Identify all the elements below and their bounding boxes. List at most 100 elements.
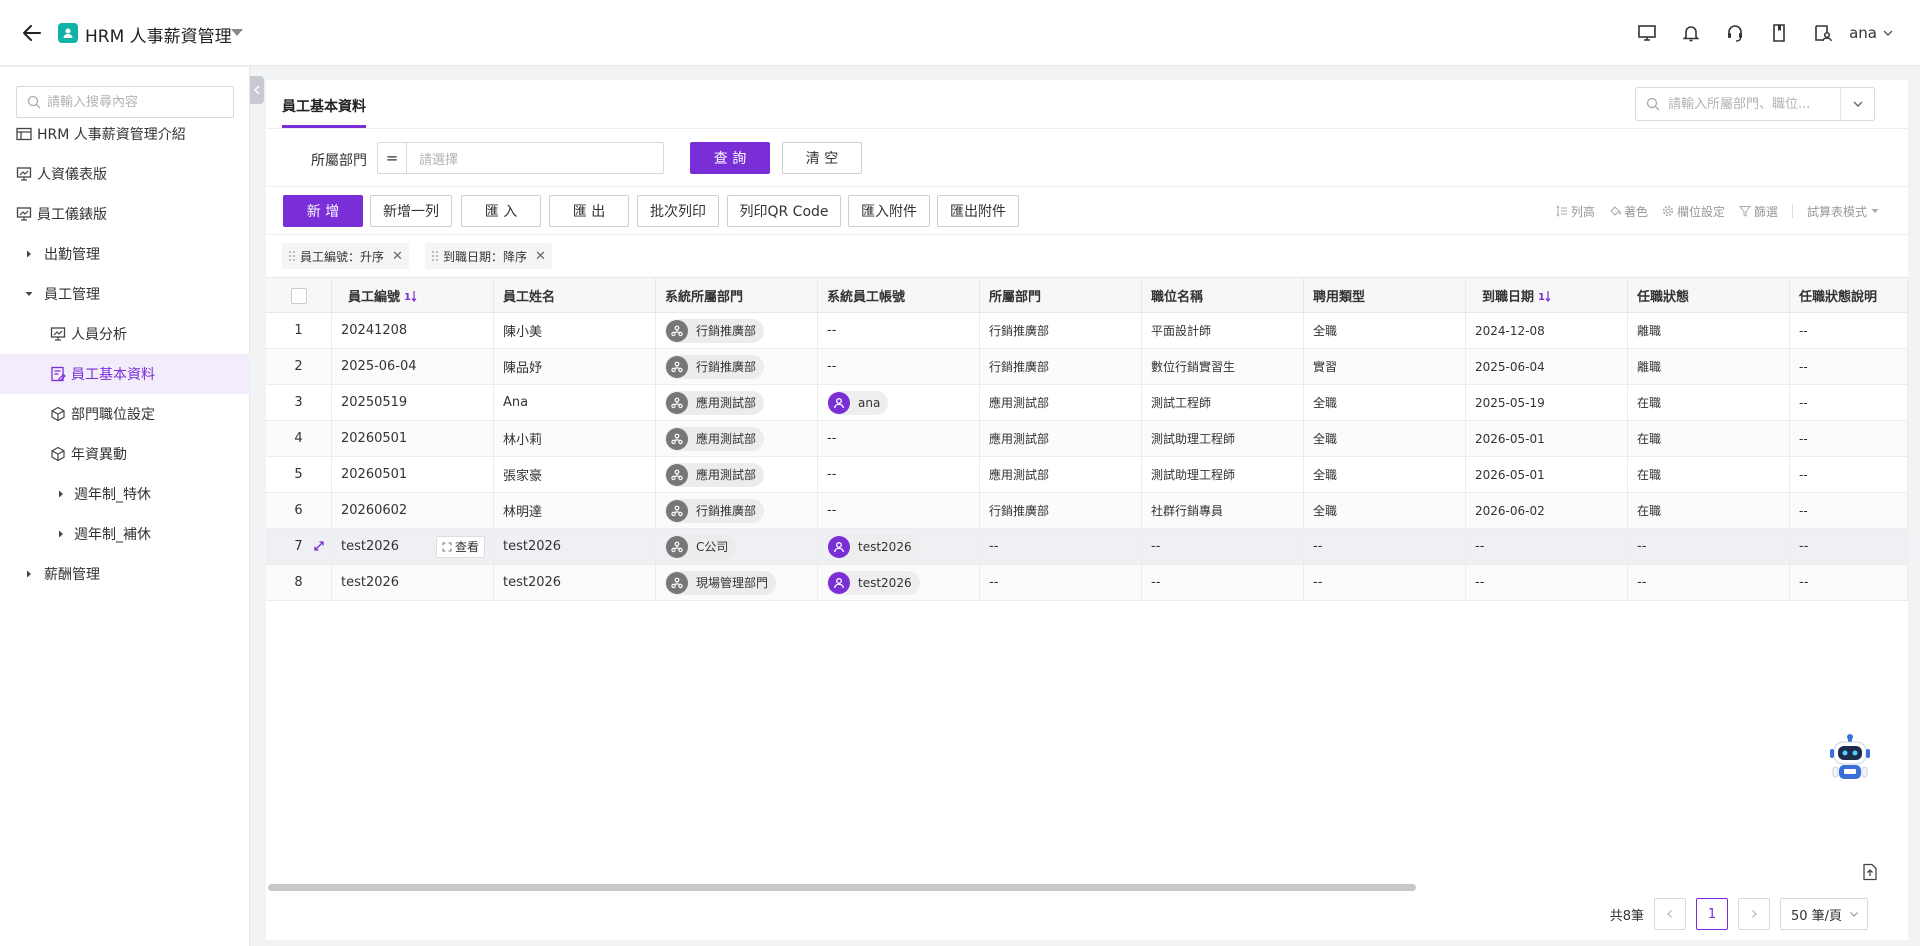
column-header-status-note[interactable]: 任職狀態說明 — [1790, 278, 1908, 313]
sidebar-item-personnel-analysis[interactable]: 人員分析 — [0, 314, 250, 354]
app-switch-caret-icon[interactable] — [231, 29, 243, 36]
app-title[interactable]: HRM 人事薪資管理 — [85, 22, 232, 47]
cell-position[interactable]: 測試助理工程師 — [1142, 457, 1304, 492]
cell-employment-status[interactable]: 在職 — [1628, 421, 1790, 456]
prev-page-button[interactable] — [1654, 898, 1686, 930]
monitor-icon[interactable] — [1625, 11, 1669, 55]
sidebar-item-annual-comp-leave[interactable]: 週年制_補休 — [0, 514, 250, 554]
table-row[interactable]: 4 20260501 林小莉 應用測試部 -- 應用測試部 測試助理工程師 全職 2026-05… — [266, 421, 1908, 457]
column-header-system-department[interactable]: 系統所屬部門 — [656, 278, 818, 313]
sidebar-collapse-handle[interactable] — [250, 76, 264, 104]
cell-employment-status[interactable]: 在職 — [1628, 457, 1790, 492]
add-button[interactable]: 新 增 — [283, 195, 363, 227]
batch-print-button[interactable]: 批次列印 — [637, 195, 719, 227]
cell-system-department[interactable]: 現場管理部門 — [656, 565, 818, 600]
cell-employee-id[interactable]: 20241208 — [332, 313, 494, 348]
cell-department[interactable]: 行銷推廣部 — [980, 313, 1142, 348]
ai-assistant-robot-icon[interactable] — [1826, 734, 1874, 786]
export-button[interactable]: 匯 出 — [549, 195, 629, 227]
sidebar-item-employee-management[interactable]: 員工管理 — [0, 274, 250, 314]
spreadsheet-mode-tool[interactable]: 試算表模式 — [1807, 203, 1880, 220]
sidebar-item-dept-position-settings[interactable]: 部門職位設定 — [0, 394, 250, 434]
cell-position[interactable]: 測試助理工程師 — [1142, 421, 1304, 456]
sidebar-item-employee-dashboard[interactable]: 員工儀錶版 — [0, 194, 250, 234]
cell-employee-name[interactable]: test2026 — [494, 565, 656, 600]
sort-ascending-icon[interactable]: 1 — [404, 290, 418, 302]
department-select[interactable]: 請選擇 — [406, 142, 664, 174]
bell-icon[interactable] — [1669, 11, 1713, 55]
cell-hire-date[interactable]: 2026-05-01 — [1466, 457, 1628, 492]
cell-position[interactable]: 測試工程師 — [1142, 385, 1304, 420]
cell-department[interactable]: 應用測試部 — [980, 421, 1142, 456]
sidebar-item-hrm-intro[interactable]: HRM 人事薪資管理介紹 — [0, 114, 250, 154]
cell-status-note[interactable]: -- — [1790, 385, 1908, 420]
global-search-input[interactable] — [1668, 96, 1838, 112]
cell-system-account[interactable]: -- — [818, 313, 980, 348]
cell-system-account[interactable]: -- — [818, 421, 980, 456]
table-row[interactable]: 5 20260501 張家豪 應用測試部 -- 應用測試部 測試助理工程師 全職 2026-05… — [266, 457, 1908, 493]
sort-descending-icon[interactable]: 1 — [1538, 290, 1552, 302]
import-button[interactable]: 匯 入 — [461, 195, 541, 227]
table-row[interactable]: 1 20241208 陳小美 行銷推廣部 -- 行銷推廣部 平面設計師 全職 2024-12-0… — [266, 313, 1908, 349]
user-menu[interactable]: ana — [1849, 24, 1894, 42]
book-icon[interactable] — [1757, 11, 1801, 55]
select-all-checkbox[interactable] — [290, 287, 307, 304]
cell-employee-id[interactable]: test2026 — [332, 565, 494, 600]
column-header-employee-name[interactable]: 員工姓名 — [494, 278, 656, 313]
drag-handle-icon[interactable] — [431, 250, 439, 262]
cell-employee-id[interactable]: test2026 查看 — [332, 529, 494, 564]
cell-system-account[interactable]: test2026 — [818, 529, 980, 564]
cell-system-account[interactable]: -- — [818, 457, 980, 492]
cell-employee-id[interactable]: 20260501 — [332, 421, 494, 456]
table-row[interactable]: 3 20250519 Ana 應用測試部 ana 應用測試部 測試工程師 全職 2025-05-… — [266, 385, 1908, 421]
cell-system-account[interactable]: test2026 — [818, 565, 980, 600]
cell-employment-type[interactable]: -- — [1304, 565, 1466, 600]
column-header-system-account[interactable]: 系統員工帳號 — [818, 278, 980, 313]
cell-department[interactable]: 行銷推廣部 — [980, 349, 1142, 384]
expand-row-icon[interactable] — [313, 540, 325, 552]
column-header-position[interactable]: 職位名稱 — [1142, 278, 1304, 313]
cell-status-note[interactable]: -- — [1790, 565, 1908, 600]
import-attachment-button[interactable]: 匯入附件 — [848, 195, 930, 227]
cell-system-account[interactable]: -- — [818, 349, 980, 384]
cell-hire-date[interactable]: 2025-06-04 — [1466, 349, 1628, 384]
cell-system-account[interactable]: -- — [818, 493, 980, 528]
cell-employment-type[interactable]: -- — [1304, 529, 1466, 564]
cell-employee-name[interactable]: 陳小美 — [494, 313, 656, 348]
cell-department[interactable]: -- — [980, 565, 1142, 600]
column-header-employee-id[interactable]: 員工編號 1 — [332, 278, 494, 313]
query-button[interactable]: 查 詢 — [690, 142, 770, 174]
cell-hire-date[interactable]: -- — [1466, 565, 1628, 600]
cell-employment-type[interactable]: 全職 — [1304, 493, 1466, 528]
cell-status-note[interactable]: -- — [1790, 313, 1908, 348]
cell-employment-status[interactable]: 離職 — [1628, 349, 1790, 384]
cell-status-note[interactable]: -- — [1790, 421, 1908, 456]
cell-position[interactable]: 數位行銷實習生 — [1142, 349, 1304, 384]
cell-employment-status[interactable]: 在職 — [1628, 493, 1790, 528]
sort-chip-hire-date[interactable]: 到職日期：降序 ✕ — [425, 243, 552, 269]
cell-hire-date[interactable]: 2024-12-08 — [1466, 313, 1628, 348]
clear-button[interactable]: 清 空 — [782, 142, 862, 174]
cell-employment-status[interactable]: 離職 — [1628, 313, 1790, 348]
cell-position[interactable]: -- — [1142, 529, 1304, 564]
filter-operator[interactable]: = — [377, 142, 407, 174]
cell-position[interactable]: -- — [1142, 565, 1304, 600]
cell-hire-date[interactable]: 2026-06-02 — [1466, 493, 1628, 528]
column-header-employment-status[interactable]: 任職狀態 — [1628, 278, 1790, 313]
sort-chip-employee-id[interactable]: 員工編號：升序 ✕ — [282, 243, 409, 269]
column-header-department[interactable]: 所屬部門 — [980, 278, 1142, 313]
cell-employment-type[interactable]: 全職 — [1304, 385, 1466, 420]
headset-icon[interactable] — [1713, 11, 1757, 55]
column-header-employment-type[interactable]: 聘用類型 — [1304, 278, 1466, 313]
export-attachment-button[interactable]: 匯出附件 — [937, 195, 1019, 227]
table-row[interactable]: 8 test2026 test2026 現場管理部門 test2026 -- -- -- -- -… — [266, 565, 1908, 601]
cell-status-note[interactable]: -- — [1790, 493, 1908, 528]
close-icon[interactable]: ✕ — [535, 249, 546, 264]
cell-employment-type[interactable]: 實習 — [1304, 349, 1466, 384]
cell-hire-date[interactable]: 2026-05-01 — [1466, 421, 1628, 456]
cell-system-department[interactable]: 行銷推廣部 — [656, 349, 818, 384]
drag-handle-icon[interactable] — [288, 250, 296, 262]
row-height-tool[interactable]: 列高 — [1556, 203, 1595, 220]
global-search[interactable] — [1635, 87, 1875, 121]
sidebar-item-payroll[interactable]: 薪酬管理 — [0, 554, 250, 594]
